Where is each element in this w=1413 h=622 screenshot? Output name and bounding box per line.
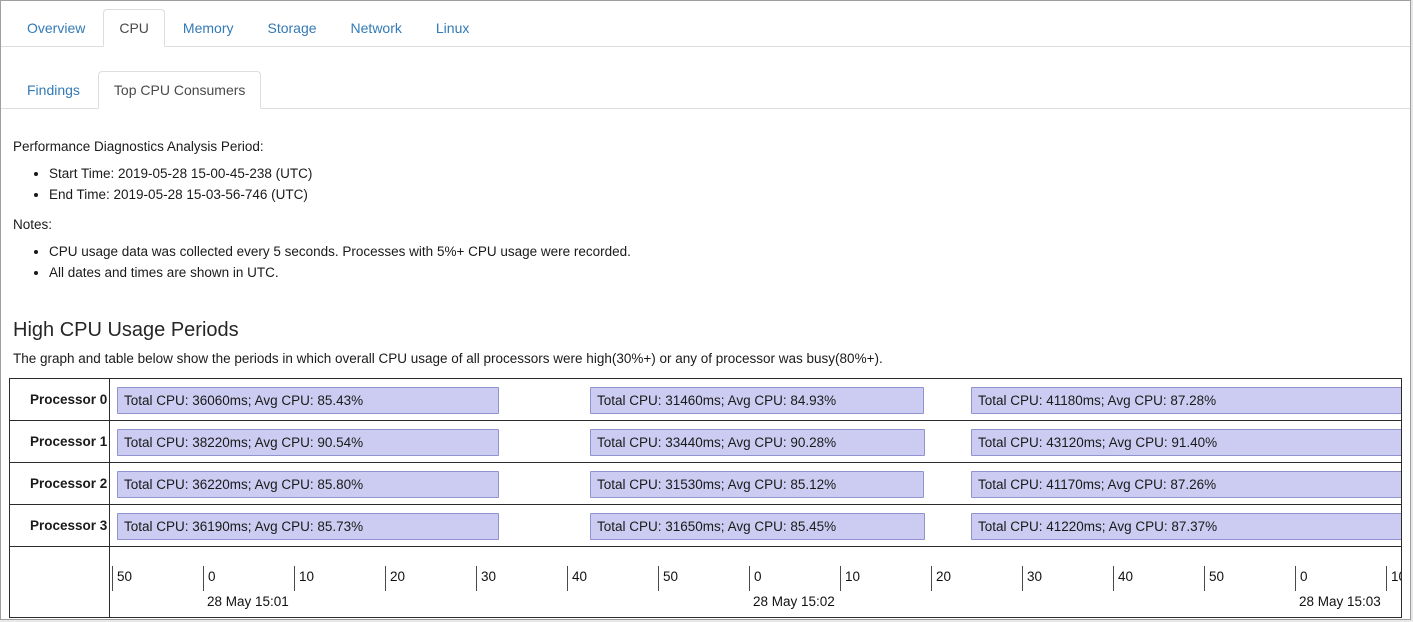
cpu-period-bar: Total CPU: 31650ms; Avg CPU: 85.45% xyxy=(590,513,925,540)
axis-tick: 40 xyxy=(1113,566,1133,591)
section-title: High CPU Usage Periods xyxy=(13,319,1398,342)
tab-linux[interactable]: Linux xyxy=(420,9,485,47)
cpu-period-bar: Total CPU: 36060ms; Avg CPU: 85.43% xyxy=(117,387,499,414)
analysis-period-list: Start Time: 2019-05-28 15-00-45-238 (UTC… xyxy=(13,163,1398,205)
cpu-period-bar: Total CPU: 33440ms; Avg CPU: 90.28% xyxy=(590,429,925,456)
report-content: Performance Diagnostics Analysis Period:… xyxy=(1,139,1410,618)
axis-date-label: 28 May 15:03 xyxy=(1295,594,1381,609)
notes-list: CPU usage data was collected every 5 sec… xyxy=(13,241,1398,283)
axis-tick: 50 xyxy=(1204,566,1224,591)
axis-tick: 0 xyxy=(203,566,216,591)
cpu-period-bar: Total CPU: 31460ms; Avg CPU: 84.93% xyxy=(590,387,924,414)
cpu-period-bar: Total CPU: 36220ms; Avg CPU: 85.80% xyxy=(117,471,499,498)
cpu-period-bar: Total CPU: 36190ms; Avg CPU: 85.73% xyxy=(117,513,499,540)
axis-tick: 40 xyxy=(567,566,587,591)
cpu-period-bar: Total CPU: 41220ms; Avg CPU: 87.37% xyxy=(971,513,1401,540)
notes-heading: Notes: xyxy=(13,217,1398,232)
gantt-row: Processor 3Total CPU: 36190ms; Avg CPU: … xyxy=(10,505,1401,547)
timeline-area: Total CPU: 36220ms; Avg CPU: 85.80% Total… xyxy=(110,463,1401,504)
processor-label: Processor 2 xyxy=(10,463,110,504)
axis-spacer xyxy=(10,547,110,617)
axis-tick: 20 xyxy=(385,566,405,591)
subtab-findings[interactable]: Findings xyxy=(11,71,96,109)
processor-label: Processor 3 xyxy=(10,505,110,546)
gantt-row: Processor 1Total CPU: 38220ms; Avg CPU: … xyxy=(10,421,1401,463)
cpu-period-bar: Total CPU: 41170ms; Avg CPU: 87.26% xyxy=(971,471,1401,498)
cpu-usage-gantt: Processor 0Total CPU: 36060ms; Avg CPU: … xyxy=(9,378,1402,618)
tab-memory[interactable]: Memory xyxy=(167,9,250,47)
end-time-item: End Time: 2019-05-28 15-03-56-746 (UTC) xyxy=(49,184,1398,205)
tab-cpu[interactable]: CPU xyxy=(103,9,165,47)
cpu-period-bar: Total CPU: 31530ms; Avg CPU: 85.12% xyxy=(590,471,924,498)
note-item: All dates and times are shown in UTC. xyxy=(49,262,1398,283)
subtab-top-cpu-consumers[interactable]: Top CPU Consumers xyxy=(98,71,262,109)
timeline-area: Total CPU: 36190ms; Avg CPU: 85.73% Total… xyxy=(110,505,1401,546)
axis-tick: 50 xyxy=(658,566,678,591)
main-tab-bar: OverviewCPUMemoryStorageNetworkLinux xyxy=(1,1,1410,47)
time-axis: 50 0 10 20 30 40 50 0 10 20 30 40 50 0 10 28 May 15:01 2… xyxy=(10,547,1401,617)
gantt-row: Processor 0Total CPU: 36060ms; Avg CPU: … xyxy=(10,379,1401,421)
axis-tick: 10 xyxy=(1386,566,1401,591)
axis-tick: 30 xyxy=(1022,566,1042,591)
timeline-area: Total CPU: 36060ms; Avg CPU: 85.43% Total… xyxy=(110,379,1401,420)
axis-date-label: 28 May 15:01 xyxy=(203,594,289,609)
gantt-row: Processor 2Total CPU: 36220ms; Avg CPU: … xyxy=(10,463,1401,505)
cpu-period-bar: Total CPU: 43120ms; Avg CPU: 91.40% xyxy=(971,429,1401,456)
timeline-area: Total CPU: 38220ms; Avg CPU: 90.54% Total… xyxy=(110,421,1401,462)
axis-tick: 10 xyxy=(294,566,314,591)
processor-label: Processor 0 xyxy=(10,379,110,420)
perf-diagnostics-report: OverviewCPUMemoryStorageNetworkLinux Fin… xyxy=(0,0,1411,620)
cpu-period-bar: Total CPU: 41180ms; Avg CPU: 87.28% xyxy=(971,387,1401,414)
axis-area: 50 0 10 20 30 40 50 0 10 20 30 40 50 0 10 28 May 15:01 2… xyxy=(110,547,1401,617)
axis-tick: 0 xyxy=(749,566,762,591)
section-description: The graph and table below show the perio… xyxy=(13,351,1398,366)
axis-tick: 0 xyxy=(1295,566,1308,591)
axis-tick: 50 xyxy=(112,566,132,591)
tab-overview[interactable]: Overview xyxy=(11,9,101,47)
axis-tick: 30 xyxy=(476,566,496,591)
tab-storage[interactable]: Storage xyxy=(251,9,332,47)
processor-label: Processor 1 xyxy=(10,421,110,462)
sub-tab-bar: FindingsTop CPU Consumers xyxy=(1,63,1410,109)
tab-network[interactable]: Network xyxy=(335,9,418,47)
note-item: CPU usage data was collected every 5 sec… xyxy=(49,241,1398,262)
axis-tick: 20 xyxy=(931,566,951,591)
analysis-period-heading: Performance Diagnostics Analysis Period: xyxy=(13,139,1398,154)
start-time-item: Start Time: 2019-05-28 15-00-45-238 (UTC… xyxy=(49,163,1398,184)
cpu-period-bar: Total CPU: 38220ms; Avg CPU: 90.54% xyxy=(117,429,499,456)
axis-date-label: 28 May 15:02 xyxy=(749,594,835,609)
axis-tick: 10 xyxy=(840,566,860,591)
